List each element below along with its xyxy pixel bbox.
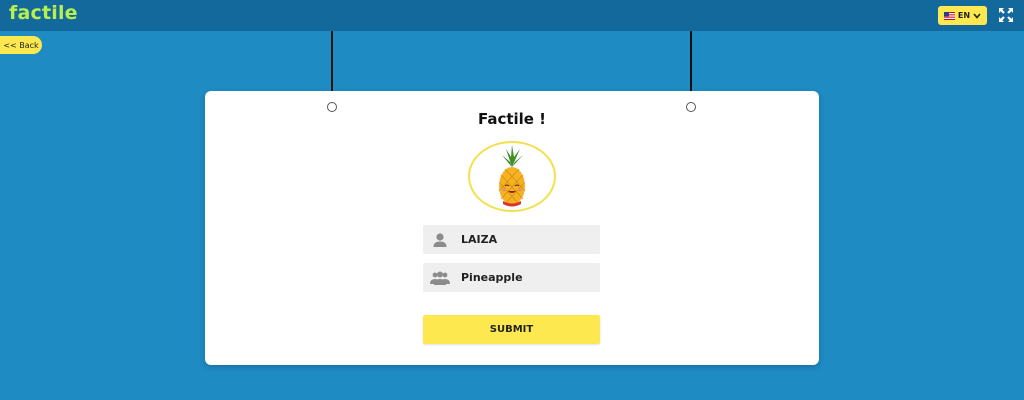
factile-logo[interactable]: factile [9, 2, 78, 24]
team-name-value: Pineapple [461, 271, 523, 284]
player-name-field[interactable]: LAIZA [423, 225, 600, 254]
chevron-down-icon [973, 12, 981, 19]
user-icon [426, 225, 454, 254]
team-name-field[interactable]: Pineapple [423, 263, 600, 292]
language-selector[interactable]: EN [938, 6, 987, 25]
fullscreen-button[interactable] [998, 7, 1014, 23]
pineapple-avatar[interactable] [468, 141, 556, 212]
join-game-card: Factile ! LAIZA Pineapple SUBMIT [205, 91, 819, 365]
group-icon [426, 263, 454, 292]
language-label: EN [957, 11, 971, 20]
fullscreen-icon [999, 8, 1013, 22]
us-flag-icon [943, 11, 955, 20]
card-title: Factile ! [477, 110, 547, 128]
top-bar: factile EN [0, 0, 1024, 31]
submit-button[interactable]: SUBMIT [423, 315, 600, 344]
pineapple-icon [498, 145, 526, 207]
player-name-value: LAIZA [461, 233, 498, 246]
back-button[interactable]: << Back [0, 36, 42, 54]
